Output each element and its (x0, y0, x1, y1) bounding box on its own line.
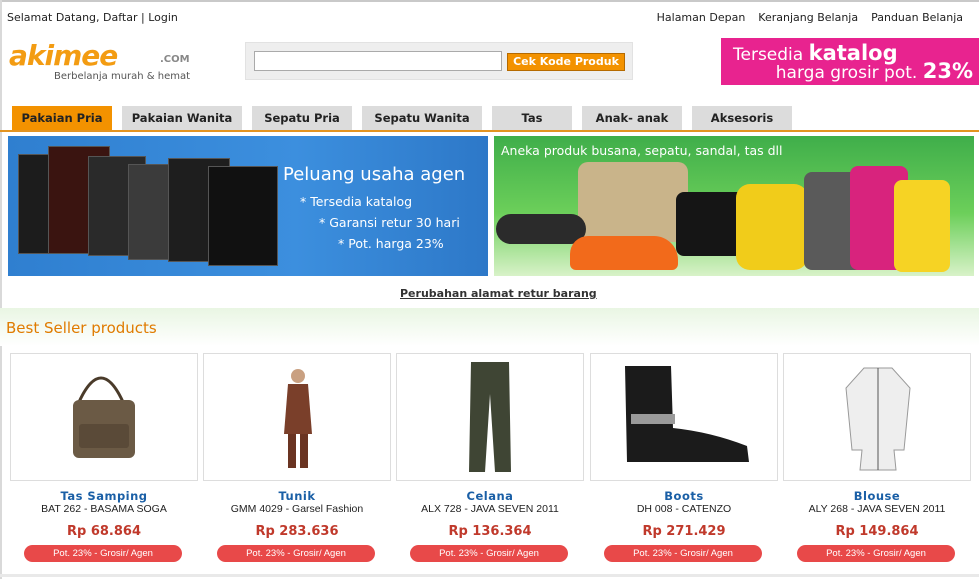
banner1-title: Peluang usaha agen (283, 164, 466, 185)
sneaker-image (570, 236, 678, 270)
discount-badge: Pot. 23% - Grosir/ Agen (410, 545, 568, 562)
product-price: Rp 283.636 (255, 524, 339, 539)
shirt-image (578, 162, 688, 242)
promo-text-c: harga grosir pot. (775, 63, 923, 83)
promo-line-2: harga grosir pot. 23% (776, 59, 973, 83)
tunic-icon (284, 369, 312, 468)
welcome-area: Selamat Datang, Daftar | Login (7, 11, 178, 24)
sandal-image (496, 214, 586, 244)
boot-icon (625, 366, 749, 462)
nav-tab-sepatu-pria[interactable]: Sepatu Pria (252, 106, 352, 130)
home-link[interactable]: Halaman Depan (657, 11, 746, 24)
check-product-code-button[interactable]: Cek Kode Produk (507, 53, 625, 71)
product-price: Rp 68.864 (66, 524, 141, 539)
product-code: DH 008 - CATENZO (636, 503, 732, 515)
nav-tab-pakaian-wanita[interactable]: Pakaian Wanita (122, 106, 242, 130)
product-name[interactable]: Boots (590, 489, 778, 503)
blouse-icon (845, 367, 911, 471)
nav-tab-anak-anak[interactable]: Anak- anak (582, 106, 682, 130)
product-price: Rp 149.864 (835, 524, 919, 539)
product-name[interactable]: Celana (396, 489, 584, 503)
separator: | (141, 11, 145, 24)
product-price: Rp 136.364 (448, 524, 532, 539)
bag-yellow-image (736, 184, 808, 270)
logo-suffix: .COM (160, 54, 190, 65)
product-code: ALX 728 - JAVA SEVEN 2011 (421, 503, 559, 515)
pants-icon (469, 362, 511, 472)
product-name[interactable]: Tas Samping (10, 489, 198, 503)
register-link[interactable]: Daftar (103, 11, 137, 24)
product-variety-banner[interactable]: Aneka produk busana, sepatu, sandal, tas… (494, 136, 974, 276)
cart-link[interactable]: Keranjang Belanja (758, 11, 858, 24)
top-bar: Selamat Datang, Daftar | Login Halaman D… (7, 11, 972, 25)
login-link[interactable]: Login (148, 11, 178, 24)
banner2-caption: Aneka produk busana, sepatu, sandal, tas… (501, 143, 783, 158)
product-code: BAT 262 - BASAMA SOGA (41, 503, 167, 515)
product-image-boots[interactable] (590, 353, 778, 481)
product-card[interactable]: Boots DH 008 - CATENZO Rp 271.429 Pot. 2… (590, 353, 778, 562)
nav-tab-sepatu-wanita[interactable]: Sepatu Wanita (362, 106, 482, 130)
product-name[interactable]: Blouse (783, 489, 971, 503)
agent-opportunity-banner[interactable]: Peluang usaha agen * Tersedia katalog * … (8, 136, 488, 276)
discount-badge: Pot. 23% - Grosir/ Agen (217, 545, 375, 562)
nav-underline (0, 130, 979, 132)
banner1-bullet-1: * Tersedia katalog (300, 194, 413, 209)
promo-text-d: 23% (922, 59, 973, 83)
product-code: ALY 268 - JAVA SEVEN 2011 (808, 503, 946, 515)
product-code: GMM 4029 - Garsel Fashion (230, 503, 364, 515)
product-image-tunic[interactable] (203, 353, 391, 481)
best-seller-title: Best Seller products (6, 319, 157, 337)
discount-badge: Pot. 23% - Grosir/ Agen (797, 545, 955, 562)
discount-badge: Pot. 23% - Grosir/ Agen (24, 545, 182, 562)
product-code-input[interactable] (254, 51, 502, 71)
next-row-edge (0, 574, 979, 577)
product-name[interactable]: Tunik (203, 489, 391, 503)
category-nav: Pakaian Pria Pakaian Wanita Sepatu Pria … (12, 106, 792, 130)
product-card[interactable]: Blouse ALY 268 - JAVA SEVEN 2011 Rp 149.… (783, 353, 971, 562)
product-code-search: Cek Kode Produk (245, 42, 633, 80)
product-card[interactable]: Celana ALX 728 - JAVA SEVEN 2011 Rp 136.… (396, 353, 584, 562)
logo-tagline: Berbelanja murah & hemat (54, 71, 191, 82)
banner1-bullet-2: * Garansi retur 30 hari (319, 215, 460, 230)
product-card[interactable]: Tas Samping BAT 262 - BASAMA SOGA Rp 68.… (10, 353, 198, 562)
welcome-text: Selamat Datang, (7, 11, 100, 24)
nav-tab-aksesoris[interactable]: Aksesoris (692, 106, 792, 130)
tshirt-yellow-image (894, 180, 950, 272)
discount-badge: Pot. 23% - Grosir/ Agen (604, 545, 762, 562)
page-left-border (0, 0, 2, 579)
guide-link[interactable]: Panduan Belanja (871, 11, 963, 24)
product-image-bag[interactable] (10, 353, 198, 481)
product-card[interactable]: Tunik GMM 4029 - Garsel Fashion Rp 283.6… (203, 353, 391, 562)
page-top-border (0, 0, 979, 2)
site-logo[interactable]: akimee .COM Berbelanja murah & hemat (9, 42, 199, 86)
return-address-change-link[interactable]: Perubahan alamat retur barang (400, 287, 597, 300)
top-links: Halaman Depan Keranjang Belanja Panduan … (657, 11, 963, 24)
product-image-blouse[interactable] (783, 353, 971, 481)
bag-icon (73, 376, 135, 458)
nav-tab-tas[interactable]: Tas (492, 106, 572, 130)
product-image-pants[interactable] (396, 353, 584, 481)
banner1-bullet-3: * Pot. harga 23% (338, 236, 444, 251)
catalog-promo-banner[interactable]: Tersedia katalog harga grosir pot. 23% (721, 38, 979, 85)
catalog-books-image (18, 144, 283, 270)
nav-tab-pakaian-pria[interactable]: Pakaian Pria (12, 106, 112, 130)
product-price: Rp 271.429 (642, 524, 726, 539)
